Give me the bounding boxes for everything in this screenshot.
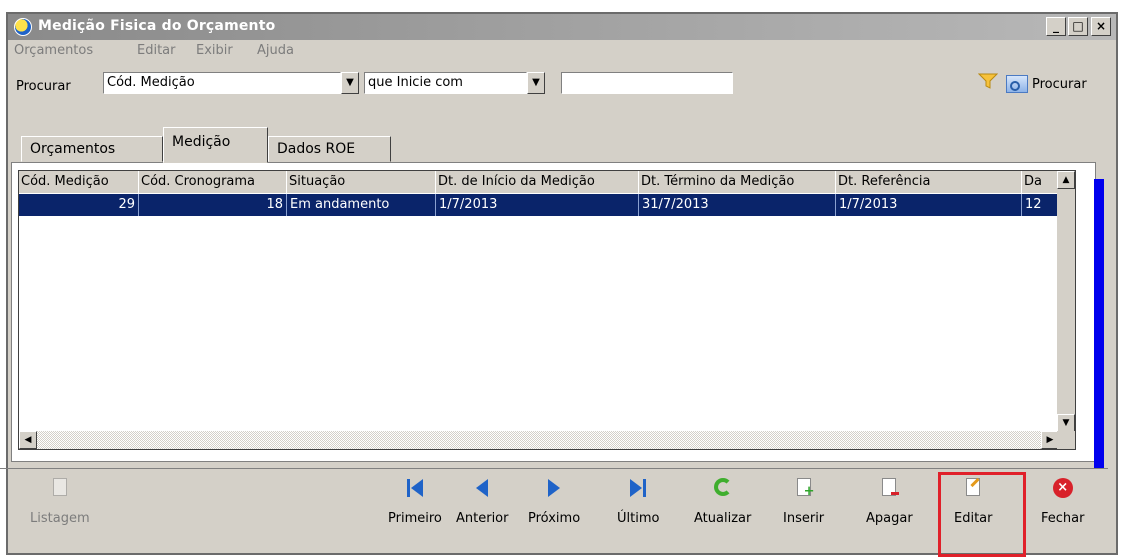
anterior-label: Anterior xyxy=(456,511,509,526)
maximize-button[interactable]: □ xyxy=(1068,17,1088,36)
cell-cod-medicao: 29 xyxy=(19,194,139,216)
refresh-icon xyxy=(713,478,732,496)
side-accent-bar xyxy=(1094,179,1104,469)
procurar-button-label: Procurar xyxy=(1032,76,1087,92)
cell-dt-inicio: 1/7/2013 xyxy=(436,194,639,216)
horizontal-scrollbar[interactable]: ◀ ▶ xyxy=(19,431,1059,449)
cell-cod-cronograma: 18 xyxy=(139,194,287,216)
tab-dados-roe[interactable]: Dados ROE xyxy=(268,136,391,162)
table-row[interactable]: 29 18 Em andamento 1/7/2013 31/7/2013 1/… xyxy=(19,194,1059,216)
scroll-up-icon[interactable]: ▲ xyxy=(1057,171,1075,189)
cell-dt-referencia: 1/7/2013 xyxy=(836,194,1022,216)
primeiro-label: Primeiro xyxy=(388,511,442,526)
primeiro-button[interactable]: Primeiro xyxy=(388,477,442,526)
inserir-label: Inserir xyxy=(783,511,825,526)
menu-bar: Orçamentos Editar Exibir Ajuda xyxy=(8,40,1116,62)
close-window-button[interactable]: × xyxy=(1091,17,1111,36)
window-title: Medição Fisica do Orçamento xyxy=(38,18,276,34)
next-icon xyxy=(544,477,564,499)
medicao-grid: Cód. Medição Cód. Cronograma Situação Dt… xyxy=(18,170,1076,450)
apagar-label: Apagar xyxy=(866,511,913,526)
tab-orcamentos[interactable]: Orçamentos xyxy=(21,136,163,162)
col-dt-referencia[interactable]: Dt. Referência xyxy=(836,171,1022,193)
tab-medicao[interactable]: Medição xyxy=(163,127,268,163)
search-label: Procurar xyxy=(16,79,71,94)
proximo-button[interactable]: Próximo xyxy=(528,477,580,526)
menu-exibir[interactable]: Exibir xyxy=(196,43,233,58)
listagem-button[interactable]: Listagem xyxy=(30,477,90,526)
document-icon xyxy=(52,478,67,496)
grid-header: Cód. Medição Cód. Cronograma Situação Dt… xyxy=(19,171,1059,193)
search-bar: Procurar Cód. Medição ▼ que Inicie com ▼… xyxy=(8,62,1116,102)
cell-da: 12 xyxy=(1022,194,1059,216)
close-icon: × xyxy=(1052,478,1073,498)
delete-document-icon xyxy=(882,478,900,496)
fechar-button[interactable]: × Fechar xyxy=(1041,477,1084,526)
chevron-down-icon[interactable]: ▼ xyxy=(341,72,359,94)
app-logo-icon xyxy=(14,18,32,36)
ultimo-button[interactable]: Último xyxy=(617,477,659,526)
scroll-left-icon[interactable]: ◀ xyxy=(19,431,37,449)
procurar-button[interactable]: Procurar xyxy=(1006,73,1087,95)
menu-ajuda[interactable]: Ajuda xyxy=(257,43,294,58)
size-grip xyxy=(1057,431,1075,449)
vertical-scrollbar[interactable]: ▲ ▼ xyxy=(1057,171,1075,432)
inserir-button[interactable]: + Inserir xyxy=(783,477,824,526)
col-dt-termino[interactable]: Dt. Término da Medição xyxy=(639,171,836,193)
col-dt-inicio[interactable]: Dt. de Início da Medição xyxy=(436,171,639,193)
proximo-label: Próximo xyxy=(528,511,581,526)
atualizar-label: Atualizar xyxy=(694,511,752,526)
editar-highlight-box xyxy=(938,472,1026,557)
menu-editar[interactable]: Editar xyxy=(137,43,176,58)
apagar-button[interactable]: Apagar xyxy=(866,477,913,526)
anterior-button[interactable]: Anterior xyxy=(456,477,508,526)
previous-icon xyxy=(472,477,492,499)
col-cod-cronograma[interactable]: Cód. Cronograma xyxy=(139,171,287,193)
insert-document-icon: + xyxy=(796,478,815,499)
cell-situacao: Em andamento xyxy=(287,194,436,216)
atualizar-button[interactable]: Atualizar xyxy=(694,477,751,526)
listagem-label: Listagem xyxy=(30,511,90,526)
first-record-icon xyxy=(405,477,425,499)
search-field-select[interactable]: Cód. Medição xyxy=(103,72,341,94)
medicao-panel: Cód. Medição Cód. Cronograma Situação Dt… xyxy=(11,162,1096,462)
chevron-down-icon[interactable]: ▼ xyxy=(527,72,545,94)
col-situacao[interactable]: Situação xyxy=(287,171,436,193)
search-input[interactable] xyxy=(561,72,733,94)
col-da[interactable]: Da xyxy=(1022,171,1059,193)
search-operator-select[interactable]: que Inicie com xyxy=(364,72,527,94)
ultimo-label: Último xyxy=(617,511,660,526)
last-record-icon xyxy=(628,477,648,499)
menu-orcamentos[interactable]: Orçamentos xyxy=(14,43,93,58)
search-icon xyxy=(1006,75,1028,93)
col-cod-medicao[interactable]: Cód. Medição xyxy=(19,171,139,193)
title-bar[interactable]: Medição Fisica do Orçamento _ □ × xyxy=(8,14,1116,40)
scroll-down-icon[interactable]: ▼ xyxy=(1057,414,1075,432)
filter-icon[interactable] xyxy=(978,73,998,89)
minimize-button[interactable]: _ xyxy=(1046,17,1066,36)
fechar-label: Fechar xyxy=(1041,511,1085,526)
cell-dt-termino: 31/7/2013 xyxy=(639,194,836,216)
